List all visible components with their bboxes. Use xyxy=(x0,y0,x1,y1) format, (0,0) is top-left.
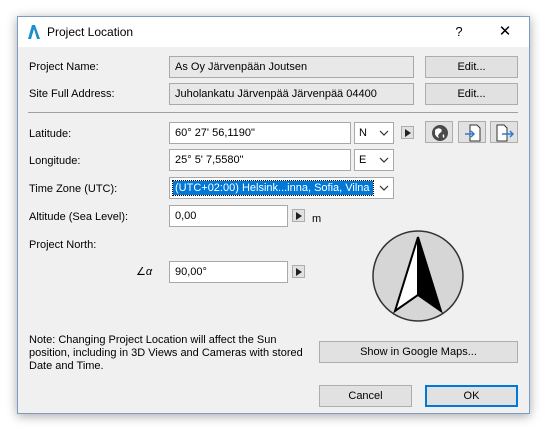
longitude-label: Longitude: xyxy=(29,155,81,167)
angle-symbol: ∠α xyxy=(136,266,153,278)
timezone-select[interactable]: (UTC+02:00) Helsink...inna, Sofia, Vilna xyxy=(169,177,394,199)
project-location-dialog: Project Location ? ✕ Project Name: As Oy… xyxy=(17,16,530,414)
export-location-button[interactable] xyxy=(490,121,518,143)
timezone-value: (UTC+02:00) Helsink...inna, Sofia, Vilna xyxy=(172,180,374,196)
longitude-input[interactable]: 25° 5' 7,5580" xyxy=(169,149,351,171)
altitude-input[interactable]: 0,00 xyxy=(169,205,288,227)
altitude-label: Altitude (Sea Level): xyxy=(29,211,129,223)
project-north-stepper[interactable] xyxy=(292,265,305,278)
edit-site-address-button[interactable]: Edit... xyxy=(425,83,518,105)
title-bar: Project Location ? ✕ xyxy=(18,17,529,47)
project-name-field: As Oy Järvenpään Joutsen xyxy=(169,56,414,78)
latitude-input[interactable]: 60° 27' 56,1190" xyxy=(169,122,351,144)
play-icon xyxy=(405,129,411,137)
chevron-down-icon xyxy=(379,185,389,191)
chevron-down-icon xyxy=(379,130,389,136)
longitude-hemisphere-value: E xyxy=(359,154,367,166)
close-button[interactable]: ✕ xyxy=(490,21,520,43)
compass-icon[interactable] xyxy=(371,229,465,323)
site-address-label: Site Full Address: xyxy=(29,88,115,100)
latitude-hemisphere-select[interactable]: N xyxy=(354,122,394,144)
latitude-label: Latitude: xyxy=(29,128,72,140)
globe-button[interactable] xyxy=(425,121,453,143)
globe-icon xyxy=(432,125,448,141)
help-button[interactable]: ? xyxy=(444,21,474,43)
project-north-label: Project North: xyxy=(29,239,97,251)
dialog-title: Project Location xyxy=(47,25,134,39)
altitude-unit: m xyxy=(312,213,322,225)
import-icon xyxy=(465,124,481,142)
project-name-label: Project Name: xyxy=(29,61,99,73)
play-icon xyxy=(296,268,302,276)
edit-project-name-button[interactable]: Edit... xyxy=(425,56,518,78)
export-icon xyxy=(496,124,514,142)
play-icon xyxy=(296,212,302,220)
altitude-stepper[interactable] xyxy=(292,209,305,222)
cancel-button[interactable]: Cancel xyxy=(319,385,412,407)
show-in-google-maps-button[interactable]: Show in Google Maps... xyxy=(319,341,518,363)
longitude-hemisphere-select[interactable]: E xyxy=(354,149,394,171)
site-address-field: Juholankatu Järvenpää Järvenpää 04400 xyxy=(169,83,414,105)
location-note: Note: Changing Project Location will aff… xyxy=(29,334,303,372)
chevron-down-icon xyxy=(379,157,389,163)
latitude-hemisphere-value: N xyxy=(359,127,367,139)
project-north-input[interactable]: 90,00° xyxy=(169,261,288,283)
separator xyxy=(28,112,518,113)
import-location-button[interactable] xyxy=(458,121,486,143)
timezone-label: Time Zone (UTC): xyxy=(29,183,118,195)
app-icon xyxy=(28,25,40,39)
ok-button[interactable]: OK xyxy=(425,385,518,407)
latitude-stepper[interactable] xyxy=(401,126,414,139)
